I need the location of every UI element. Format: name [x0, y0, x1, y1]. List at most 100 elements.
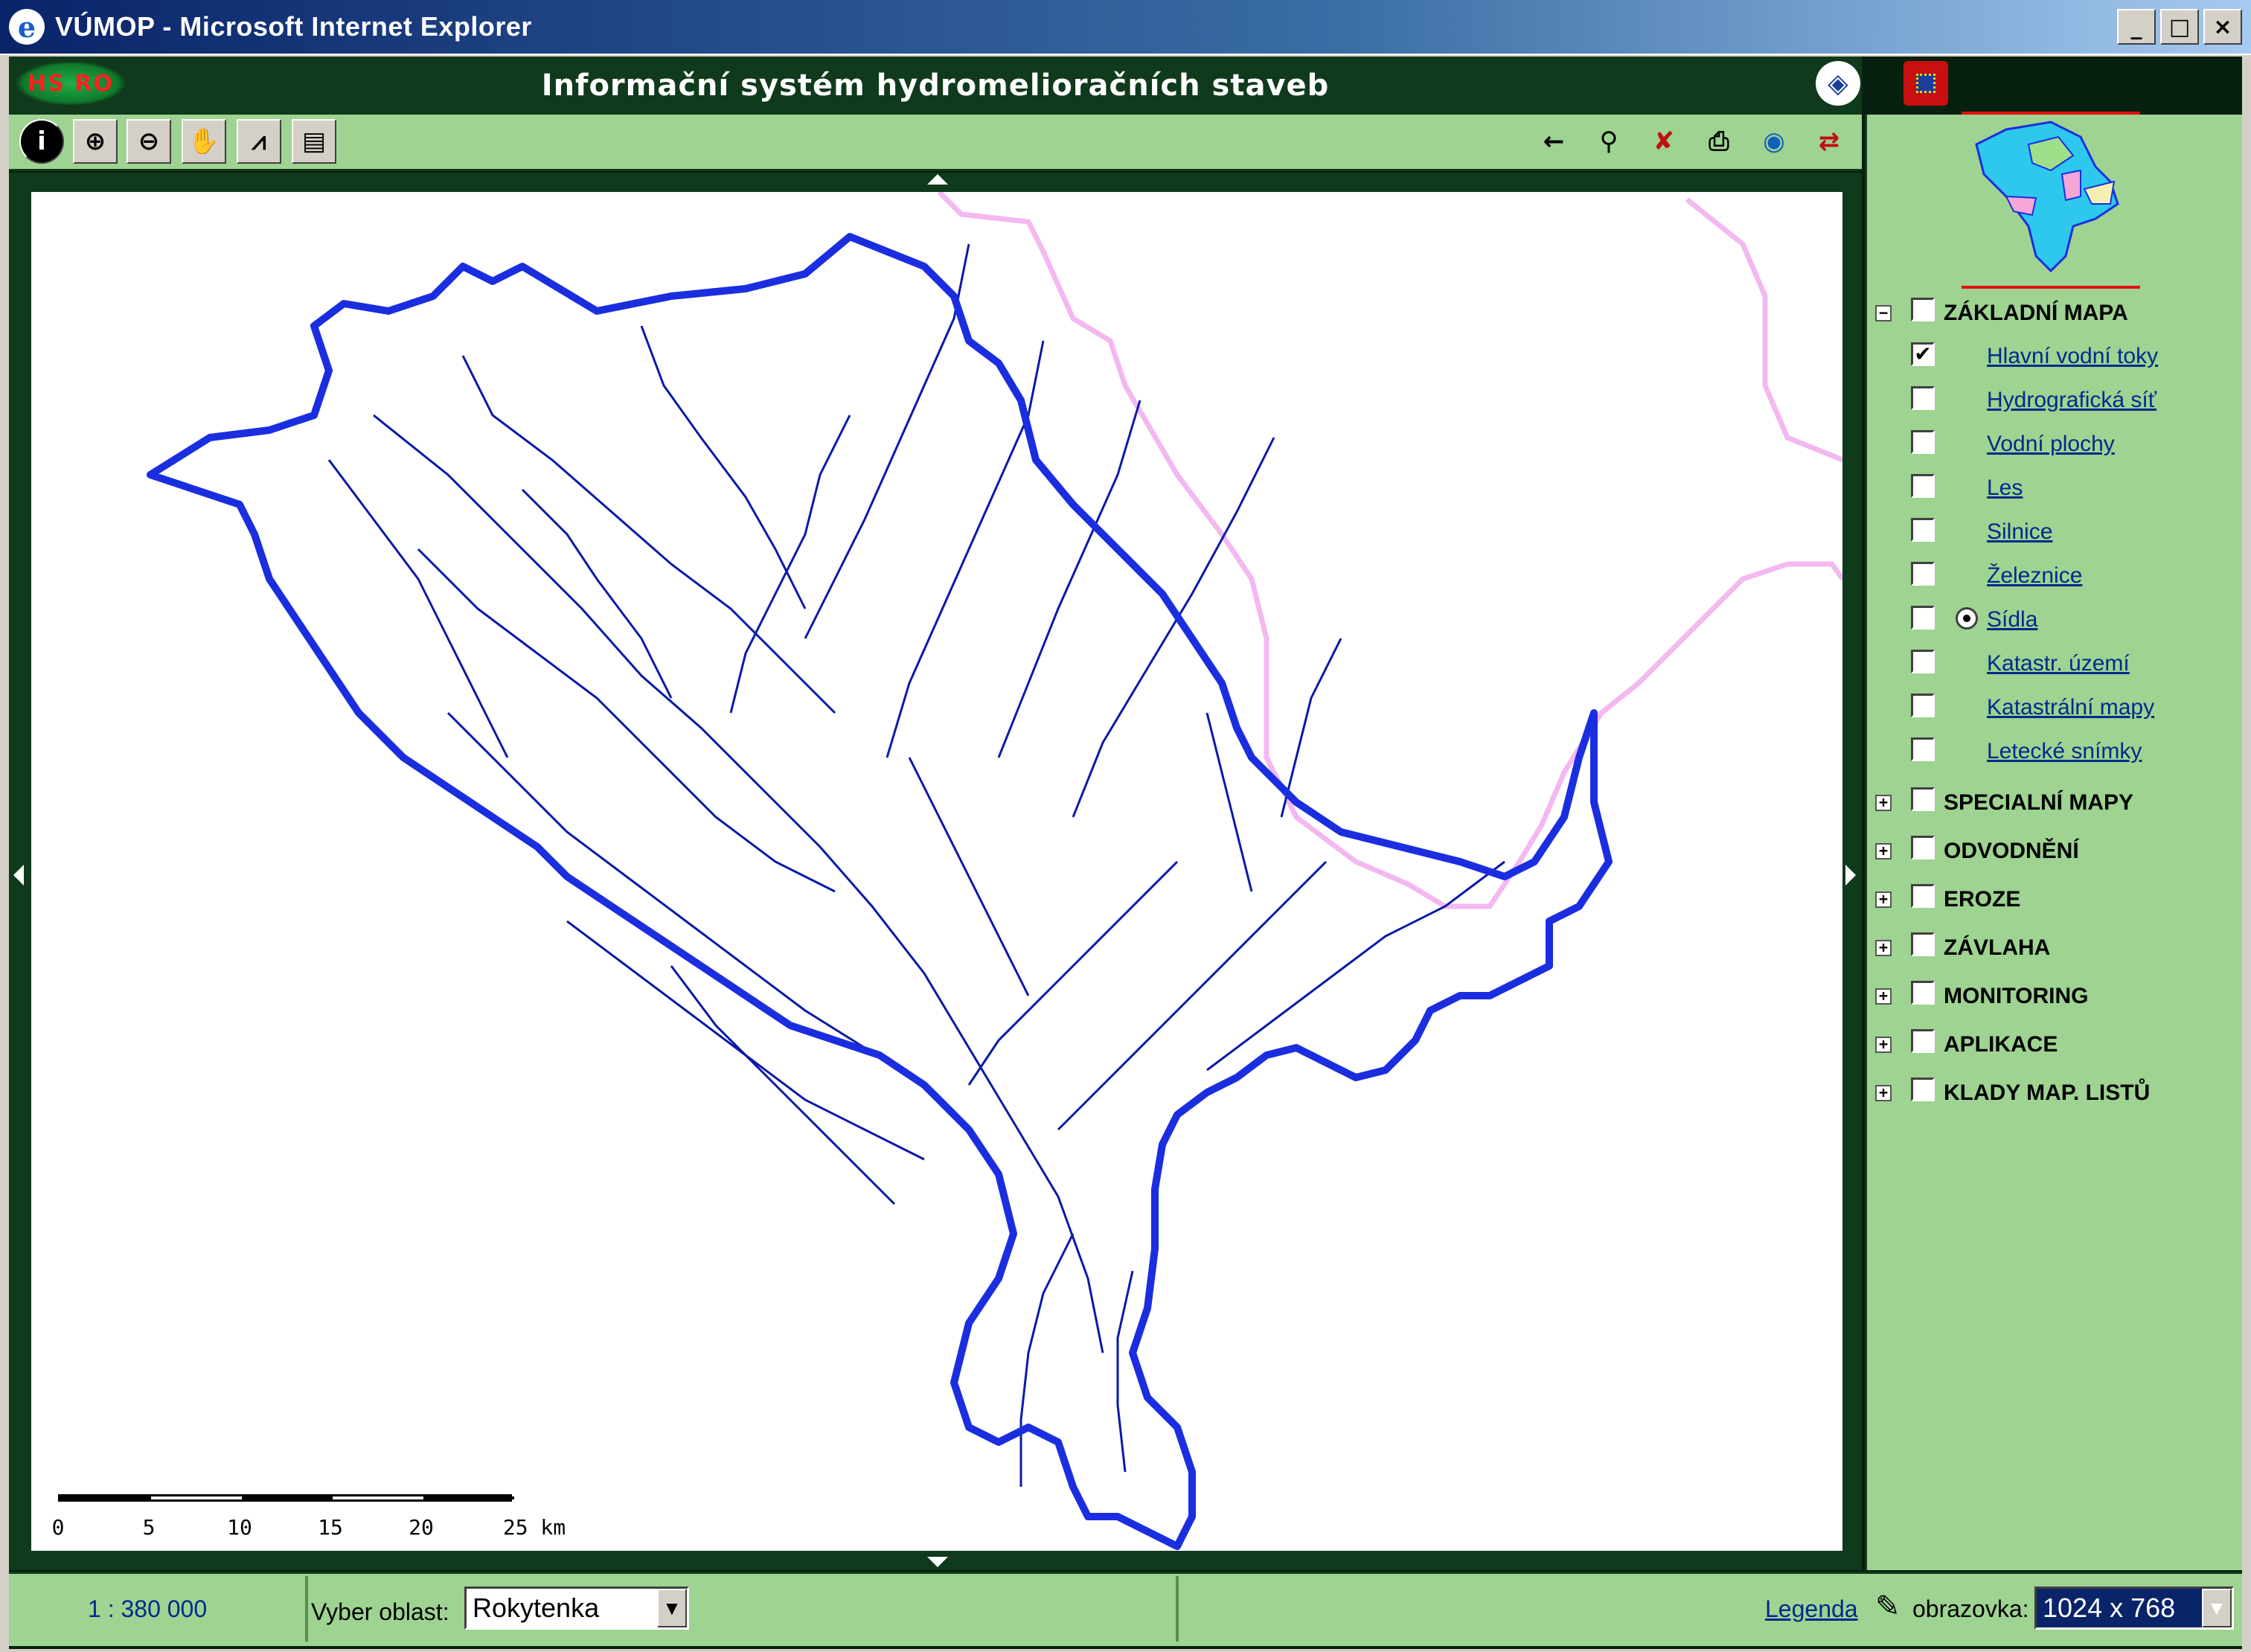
- app-title: Informační systém hydromelioračních stav…: [541, 68, 1330, 103]
- expand-icon[interactable]: +: [1875, 843, 1892, 859]
- scale-label: 15: [318, 1515, 343, 1540]
- refresh-icon[interactable]: ⇄: [1807, 119, 1851, 164]
- expand-icon[interactable]: +: [1875, 1037, 1892, 1053]
- layer-checkbox[interactable]: [1911, 694, 1935, 717]
- zoom-in-icon[interactable]: ⊕: [73, 119, 118, 164]
- screen-size-value: 1024 x 768: [2043, 1592, 2176, 1623]
- measure-icon[interactable]: ⩘: [237, 119, 281, 164]
- legend-link[interactable]: Legenda: [1765, 1595, 1858, 1623]
- layer-label[interactable]: Hlavní vodní toky: [1987, 344, 2158, 369]
- layer-checkbox[interactable]: [1911, 650, 1935, 673]
- collapse-icon[interactable]: −: [1875, 305, 1892, 321]
- river-network: [327, 243, 1505, 1487]
- overview-map[interactable]: [1962, 115, 2140, 286]
- maximize-button[interactable]: □: [2160, 9, 2199, 45]
- basin-boundary: [147, 233, 1613, 1550]
- overview-bottom-line: [1962, 286, 2140, 289]
- map-toolbar: [9, 115, 1862, 171]
- find-binoculars-icon[interactable]: ⚲: [1586, 119, 1631, 164]
- group-checkbox[interactable]: [1911, 884, 1935, 908]
- layer-checkbox[interactable]: [1911, 386, 1935, 410]
- layer-label[interactable]: Hydrografická síť: [1987, 388, 2156, 413]
- expand-icon[interactable]: +: [1875, 988, 1892, 1005]
- scale-label: 0: [51, 1515, 65, 1540]
- group-label[interactable]: ODVODNĚNÍ: [1944, 839, 2079, 864]
- group-checkbox[interactable]: [1911, 981, 1935, 1005]
- expand-icon[interactable]: +: [1875, 1085, 1892, 1101]
- group-checkbox[interactable]: [1911, 836, 1935, 859]
- close-button[interactable]: ×: [2203, 9, 2242, 45]
- admin-boundary: [937, 192, 1842, 909]
- info-icon[interactable]: i: [19, 119, 64, 164]
- pan-west-arrow[interactable]: [13, 865, 24, 886]
- layer-label[interactable]: Sídla: [1987, 607, 2037, 633]
- group-checkbox[interactable]: [1911, 787, 1935, 811]
- layer-checkbox[interactable]: [1911, 737, 1935, 761]
- layer-label[interactable]: Silnice: [1987, 519, 2052, 545]
- window-controls: _ □ ×: [2117, 9, 2242, 45]
- layer-label[interactable]: Letecké snímky: [1987, 739, 2142, 764]
- expand-icon[interactable]: +: [1875, 795, 1892, 811]
- scale-segment: [60, 1496, 151, 1499]
- layer-label[interactable]: Les: [1987, 476, 2023, 501]
- group-label[interactable]: ZÁVLAHA: [1944, 935, 2050, 961]
- pan-north-arrow[interactable]: [927, 174, 948, 185]
- map-svg: [147, 192, 1842, 1550]
- map-scale-text: 1 : 380 000: [88, 1595, 208, 1622]
- app-logo: HS RO: [15, 61, 127, 106]
- ie-icon: e: [9, 9, 45, 45]
- pan-hand-icon[interactable]: ✋: [182, 119, 226, 164]
- layer-checkbox[interactable]: [1911, 474, 1935, 498]
- scale-segment: [242, 1496, 333, 1499]
- scale-label: 10: [227, 1515, 252, 1540]
- layer-checkbox[interactable]: [1911, 430, 1935, 454]
- layer-label[interactable]: Vodní plochy: [1987, 432, 2115, 457]
- eu-flag-icon[interactable]: [1903, 61, 1948, 106]
- group-label[interactable]: MONITORING: [1944, 984, 2088, 1009]
- window-title-bar: e VÚMOP - Microsoft Internet Explorer _ …: [0, 0, 2251, 55]
- layer-label[interactable]: Železnice: [1987, 563, 2082, 589]
- scale-segment: [423, 1496, 514, 1499]
- legend-book-icon[interactable]: ✎: [1875, 1589, 1901, 1624]
- select-area-icon[interactable]: ▤: [292, 119, 336, 164]
- scale-label: 5: [142, 1515, 156, 1540]
- group-label[interactable]: KLADY MAP. LISTŮ: [1944, 1080, 2150, 1106]
- pan-south-arrow[interactable]: [927, 1557, 948, 1567]
- group-label[interactable]: SPECIALNÍ MAPY: [1944, 790, 2133, 816]
- layer-checkbox[interactable]: [1911, 518, 1935, 542]
- globe-icon[interactable]: ◉: [1752, 119, 1796, 164]
- chevron-down-icon[interactable]: ▼: [657, 1589, 687, 1627]
- region-select-value: Rokytenka: [473, 1592, 600, 1623]
- vumop-logo-icon[interactable]: ◈: [1816, 61, 1860, 106]
- back-arrow-icon[interactable]: ←: [1531, 119, 1576, 164]
- base-map-checkbox[interactable]: [1911, 298, 1935, 321]
- layer-checkbox[interactable]: [1911, 562, 1935, 586]
- layer-label[interactable]: Katastr. území: [1987, 651, 2130, 676]
- minimize-button[interactable]: _: [2117, 9, 2156, 45]
- group-checkbox[interactable]: [1911, 1078, 1935, 1101]
- active-layer-radio[interactable]: [1956, 607, 1978, 630]
- group-label[interactable]: EROZE: [1944, 887, 2020, 912]
- layer-checkbox[interactable]: ✔: [1911, 342, 1935, 366]
- layer-checkbox[interactable]: [1911, 606, 1935, 630]
- region-select[interactable]: Rokytenka ▼: [464, 1587, 689, 1630]
- group-label-base: ZÁKLADNÍ MAPA: [1944, 301, 2128, 325]
- group-checkbox[interactable]: [1911, 932, 1935, 956]
- screen-size-select[interactable]: 1024 x 768 ▼: [2034, 1587, 2234, 1630]
- scale-bar: [58, 1494, 514, 1502]
- layer-label[interactable]: Katastrální mapy: [1987, 695, 2154, 720]
- clear-selection-icon[interactable]: ✘: [1642, 119, 1686, 164]
- expand-icon[interactable]: +: [1875, 940, 1892, 956]
- print-icon[interactable]: ⎙: [1697, 119, 1741, 164]
- group-checkbox[interactable]: [1911, 1029, 1935, 1053]
- group-label[interactable]: APLIKACE: [1944, 1032, 2058, 1057]
- map-canvas[interactable]: [31, 192, 1842, 1551]
- expand-icon[interactable]: +: [1875, 891, 1892, 908]
- screen-label: obrazovka:: [1912, 1595, 2029, 1622]
- status-divider: [305, 1576, 308, 1642]
- pan-east-arrow[interactable]: [1845, 865, 1856, 886]
- status-divider: [1176, 1576, 1179, 1642]
- chevron-down-icon[interactable]: ▼: [2202, 1589, 2232, 1627]
- scale-label: 25 km: [502, 1515, 566, 1540]
- zoom-out-icon[interactable]: ⊖: [127, 119, 171, 164]
